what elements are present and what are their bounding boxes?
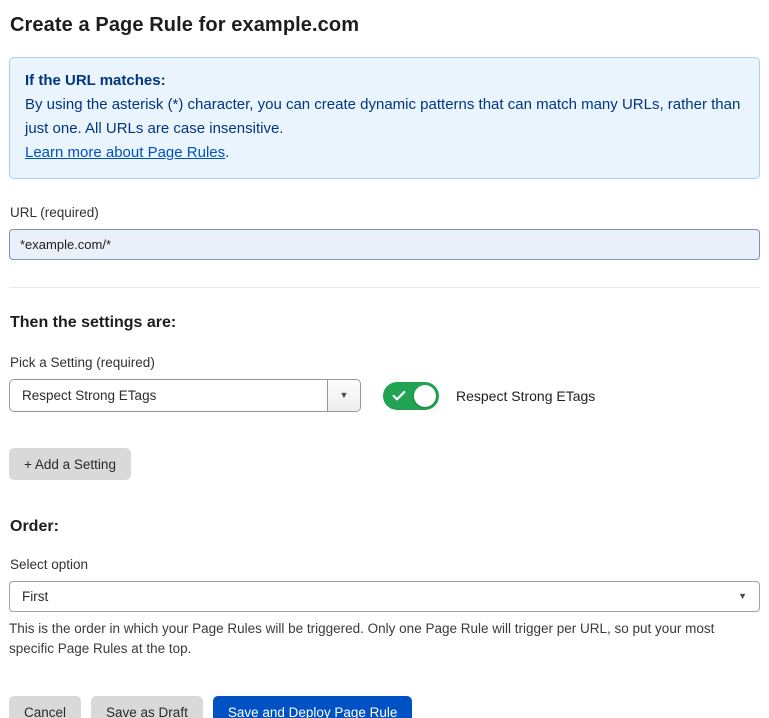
order-heading: Order:: [10, 518, 759, 536]
cancel-button[interactable]: Cancel: [9, 696, 81, 718]
url-match-info-box: If the URL matches: By using the asteris…: [9, 57, 760, 179]
respect-strong-etags-toggle[interactable]: [383, 382, 439, 410]
section-divider: [9, 287, 760, 288]
setting-select-value: Respect Strong ETags: [10, 380, 327, 411]
toggle-knob: [414, 385, 436, 407]
url-input[interactable]: [9, 229, 760, 260]
check-icon: [391, 388, 407, 404]
url-field-label: URL (required): [10, 205, 759, 220]
page-rule-form: Create a Page Rule for example.com If th…: [0, 0, 769, 718]
order-select-value: First: [22, 589, 738, 604]
info-box-heading: If the URL matches:: [25, 69, 744, 93]
chevron-down-icon: ▼: [340, 391, 349, 400]
actions-row: Cancel Save as Draft Save and Deploy Pag…: [9, 696, 760, 718]
order-select-label: Select option: [10, 557, 759, 572]
setting-select[interactable]: Respect Strong ETags ▼: [9, 379, 361, 412]
pick-setting-label: Pick a Setting (required): [10, 355, 759, 370]
setting-row: Respect Strong ETags ▼ Respect Strong ET…: [9, 379, 760, 412]
info-box-link-line: Learn more about Page Rules.: [25, 141, 744, 165]
link-period: .: [225, 144, 229, 161]
save-and-deploy-button[interactable]: Save and Deploy Page Rule: [213, 696, 413, 718]
add-setting-button[interactable]: + Add a Setting: [9, 448, 131, 480]
learn-more-link[interactable]: Learn more about Page Rules: [25, 144, 225, 161]
toggle-label: Respect Strong ETags: [456, 388, 595, 404]
info-box-body: By using the asterisk (*) character, you…: [25, 93, 744, 141]
order-help-text: This is the order in which your Page Rul…: [9, 619, 749, 659]
page-title: Create a Page Rule for example.com: [10, 14, 760, 37]
save-as-draft-button[interactable]: Save as Draft: [91, 696, 203, 718]
setting-select-caret-button[interactable]: ▼: [327, 380, 360, 411]
chevron-down-icon: ▼: [738, 592, 747, 601]
order-select[interactable]: First ▼: [9, 581, 760, 612]
settings-heading: Then the settings are:: [10, 314, 759, 332]
